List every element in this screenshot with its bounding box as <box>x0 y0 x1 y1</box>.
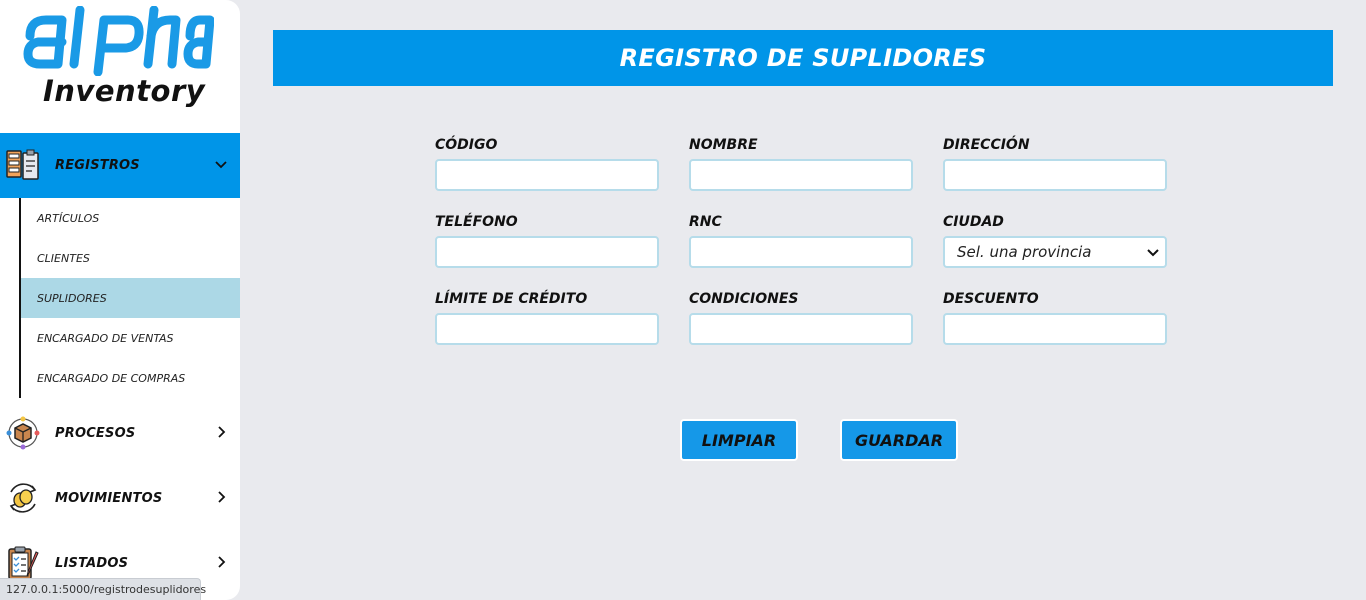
chevron-right-icon <box>218 426 226 438</box>
field-codigo: CÓDIGO <box>435 137 659 191</box>
sub-item-encargado-ventas[interactable]: ENCARGADO DE VENTAS <box>21 318 240 358</box>
codigo-input[interactable] <box>435 159 659 191</box>
page-header: REGISTRO DE SUPLIDORES <box>273 30 1333 86</box>
condiciones-label: CONDICIONES <box>689 291 799 307</box>
telefono-label: TELÉFONO <box>435 214 518 230</box>
clear-button[interactable]: LIMPIAR <box>680 419 798 461</box>
coins-cycle-icon <box>9 483 37 513</box>
sub-item-clientes[interactable]: CLIENTES <box>21 238 240 278</box>
rnc-input[interactable] <box>689 236 913 268</box>
chevron-down-icon <box>1147 249 1159 257</box>
nav-registros-label: REGISTROS <box>55 158 140 173</box>
chevron-right-icon <box>218 491 226 503</box>
registros-submenu: ARTÍCULOS CLIENTES SUPLIDORES ENCARGADO … <box>0 198 240 398</box>
alpha-logo-icon <box>23 6 214 76</box>
records-icon <box>6 149 39 180</box>
sub-item-encargado-compras[interactable]: ENCARGADO DE COMPRAS <box>21 358 240 398</box>
limite-credito-input[interactable] <box>435 313 659 345</box>
sub-item-articulos[interactable]: ARTÍCULOS <box>21 198 240 238</box>
page-title: REGISTRO DE SUPLIDORES <box>619 44 987 72</box>
direccion-label: DIRECCIÓN <box>943 137 1030 153</box>
field-rnc: RNC <box>689 214 913 268</box>
save-button[interactable]: GUARDAR <box>840 419 958 461</box>
field-ciudad: CIUDAD Sel. una provincia <box>943 214 1167 268</box>
condiciones-input[interactable] <box>689 313 913 345</box>
limite-label: LÍMITE DE CRÉDITO <box>435 291 588 307</box>
ciudad-selected-value: Sel. una provincia <box>957 243 1092 261</box>
field-condiciones: CONDICIONES <box>689 291 913 345</box>
logo[interactable]: Inventory <box>0 0 240 130</box>
sidebar: Inventory REGISTROS ARTÍCULOS CLIENTES S… <box>0 0 240 600</box>
nav-movimientos[interactable]: MOVIMIENTOS <box>0 466 240 531</box>
status-bar-url: 127.0.0.1:5000/registrodesuplidores <box>0 578 206 600</box>
logo-subtitle: Inventory <box>43 74 206 108</box>
telefono-input[interactable] <box>435 236 659 268</box>
direccion-input[interactable] <box>943 159 1167 191</box>
descuento-label: DESCUENTO <box>943 291 1039 307</box>
nav-movimientos-label: MOVIMIENTOS <box>55 491 163 506</box>
nav-registros[interactable]: REGISTROS <box>0 133 240 198</box>
nav-listados-label: LISTADOS <box>55 556 129 571</box>
sub-item-suplidores[interactable]: SUPLIDORES <box>21 278 240 318</box>
clipboard-list-icon <box>8 546 39 580</box>
field-limite-credito: LÍMITE DE CRÉDITO <box>435 291 659 345</box>
field-nombre: NOMBRE <box>689 137 913 191</box>
field-descuento: DESCUENTO <box>943 291 1167 345</box>
process-box-icon <box>6 416 40 450</box>
field-direccion: DIRECCIÓN <box>943 137 1167 191</box>
ciudad-select[interactable]: Sel. una provincia <box>943 236 1167 268</box>
nav-procesos[interactable]: PROCESOS <box>0 401 240 466</box>
ciudad-label: CIUDAD <box>943 214 1004 230</box>
nombre-input[interactable] <box>689 159 913 191</box>
codigo-label: CÓDIGO <box>435 137 498 153</box>
rnc-label: RNC <box>689 214 722 230</box>
chevron-down-icon <box>215 161 227 169</box>
chevron-right-icon <box>218 556 226 568</box>
descuento-input[interactable] <box>943 313 1167 345</box>
nombre-label: NOMBRE <box>689 137 758 153</box>
field-telefono: TELÉFONO <box>435 214 659 268</box>
nav-procesos-label: PROCESOS <box>55 426 136 441</box>
